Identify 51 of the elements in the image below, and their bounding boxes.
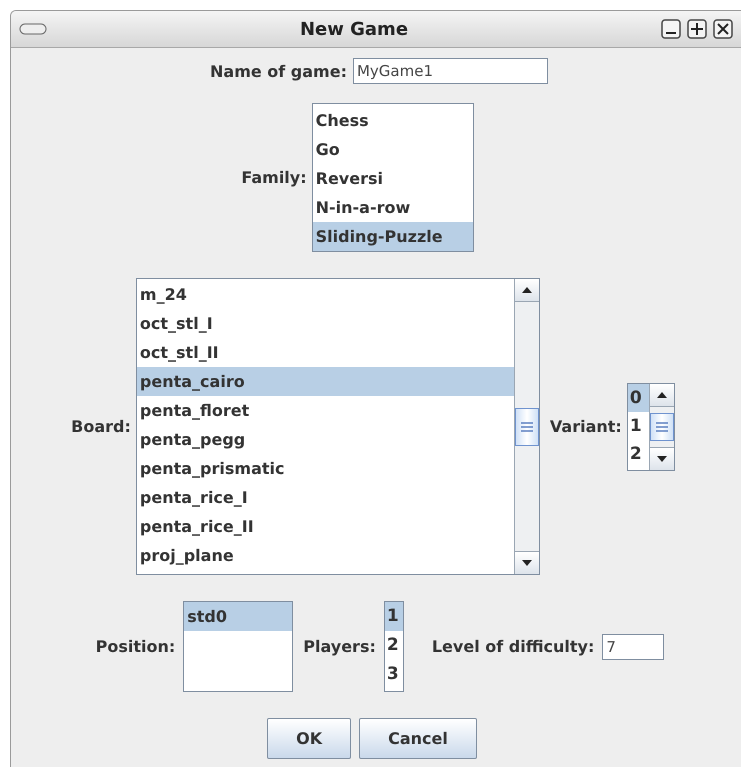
players-list[interactable]: 1 2 3 (384, 601, 404, 692)
scroll-down-icon[interactable] (656, 454, 668, 462)
maximize-icon[interactable] (687, 19, 707, 39)
scroll-down-icon[interactable] (520, 559, 533, 567)
list-item[interactable]: 1 (628, 412, 649, 440)
window-title: New Game (298, 18, 410, 40)
field-label: Board: (71, 417, 131, 436)
list-item[interactable]: Sliding-Puzzle (312, 222, 473, 251)
field-label: Variant: (550, 417, 622, 436)
variant-list[interactable]: 0 1 2 (626, 382, 675, 470)
list-item[interactable]: m_24 (136, 280, 514, 309)
close-icon[interactable] (713, 19, 733, 39)
list-item[interactable]: penta_rice_II (136, 512, 514, 541)
list-item[interactable]: N-in-a-row (312, 193, 473, 222)
list-item[interactable]: std0 (184, 602, 292, 631)
board-list[interactable]: m_24 oct_stl_I oct_stl_II penta_cairo penta_floret penta_pegg penta_prismatic penta_rice_I penta_rice_II proj_plane (136, 278, 540, 575)
difficulty-field[interactable]: 7 (602, 634, 664, 660)
name-field[interactable]: MyGame1 (352, 58, 548, 84)
list-item[interactable]: 3 (384, 660, 403, 689)
field-label: Players: (303, 637, 376, 656)
list-item[interactable]: Reversi (312, 164, 473, 193)
scroll-up-icon[interactable] (656, 390, 668, 398)
field-label: Level of difficulty: (432, 637, 594, 656)
list-item[interactable]: Go (312, 135, 473, 164)
family-list[interactable]: Chess Go Reversi N-in-a-row Sliding-Puzzle (312, 103, 474, 252)
list-item[interactable]: penta_pegg (136, 425, 514, 454)
ok-button[interactable]: OK (267, 718, 352, 759)
field-label: Name of game: (210, 62, 347, 80)
minimize-icon[interactable] (661, 19, 681, 39)
list-item[interactable]: Chess (312, 106, 473, 135)
grip-icon (520, 422, 534, 432)
position-list[interactable]: std0 (183, 601, 294, 692)
window-menu-icon[interactable] (19, 23, 47, 35)
list-item[interactable]: penta_cairo (136, 367, 514, 396)
cancel-button[interactable]: Cancel (359, 718, 477, 759)
list-item[interactable]: oct_stl_II (136, 338, 514, 367)
field-label: Position: (96, 637, 176, 656)
grip-icon (654, 422, 669, 432)
list-item[interactable]: proj_plane (136, 541, 514, 570)
scroll-up-icon[interactable] (520, 286, 533, 294)
list-item[interactable]: 1 (384, 602, 403, 631)
list-item[interactable]: oct_stl_I (136, 309, 514, 338)
field-label: Family: (241, 168, 307, 187)
list-item[interactable]: 0 (628, 384, 649, 412)
list-item[interactable]: 2 (384, 631, 403, 660)
scrollbar[interactable] (648, 384, 674, 470)
scrollbar[interactable] (514, 279, 539, 574)
list-item[interactable]: penta_rice_I (136, 483, 514, 512)
list-item[interactable]: 2 (628, 440, 649, 468)
list-item[interactable]: penta_floret (136, 396, 514, 425)
list-item[interactable]: penta_prismatic (136, 454, 514, 483)
